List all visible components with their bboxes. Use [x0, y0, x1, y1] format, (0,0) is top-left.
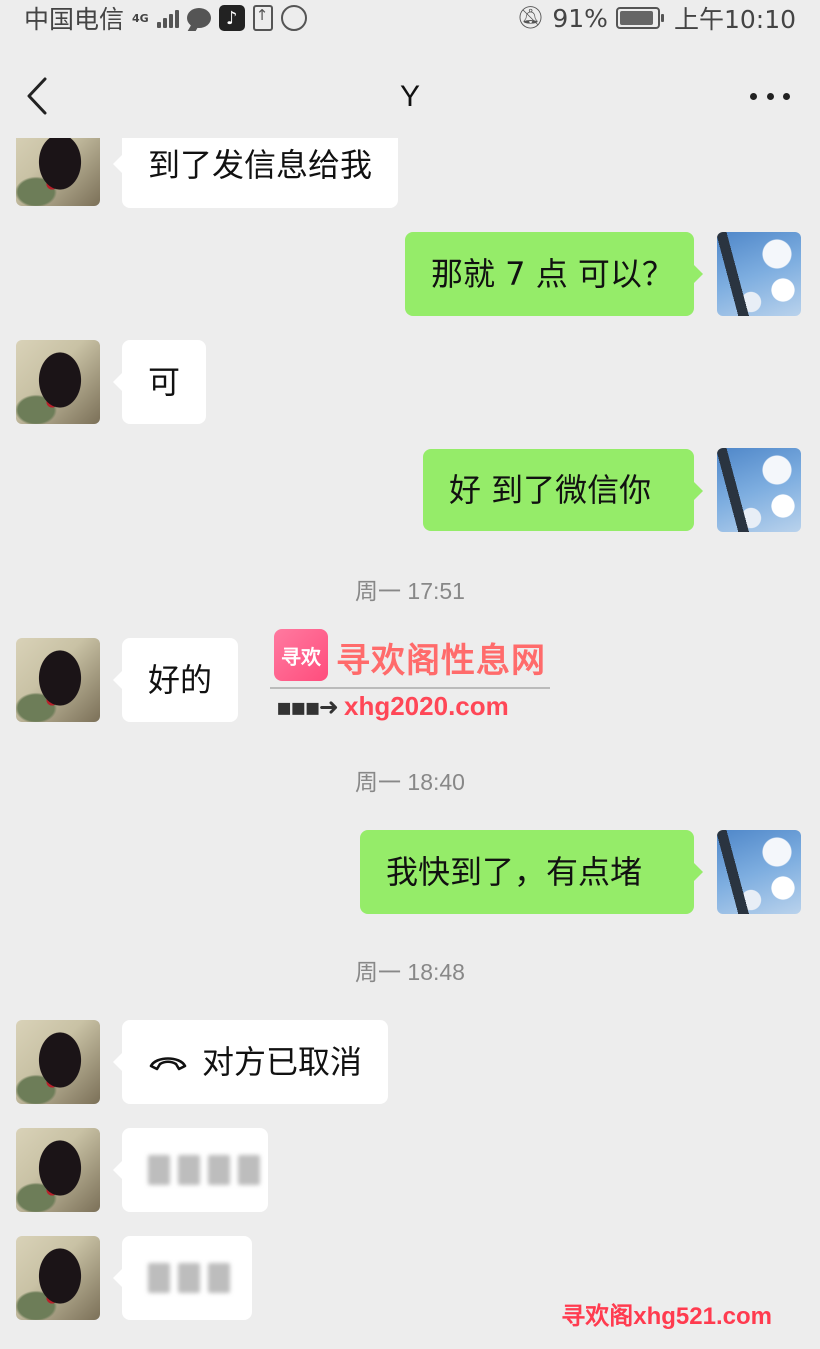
message-bubble-incoming[interactable]: 可: [112, 340, 207, 424]
battery-icon: [615, 7, 664, 29]
more-icon-dot: [766, 92, 774, 100]
carrier-label: 中国电信: [24, 5, 125, 34]
chat-header: Y: [0, 56, 820, 138]
tiktok-icon: ♪: [218, 5, 245, 31]
watermark-divider: [270, 687, 550, 689]
message-bubble-blurred[interactable]: [113, 1236, 252, 1320]
avatar-contact[interactable]: [16, 138, 100, 206]
blurred-content: [148, 1263, 230, 1293]
back-button[interactable]: [18, 74, 58, 118]
signal-icon: [156, 8, 179, 28]
message-bubble-blurred[interactable]: [113, 1128, 268, 1212]
avatar-contact[interactable]: [16, 638, 100, 722]
avatar-self[interactable]: [717, 448, 801, 532]
avatar-self[interactable]: [717, 232, 801, 316]
bell-off-icon: 🔕︎: [516, 5, 545, 31]
message-timestamp: 周一 17:51: [355, 578, 465, 604]
network-type: 4G: [132, 11, 149, 25]
status-right: 🔕︎ 91% 上午10:10: [516, 0, 796, 36]
blurred-content: [148, 1155, 260, 1185]
watermark-logo: 寻欢: [274, 629, 328, 681]
avatar-contact[interactable]: [16, 1128, 100, 1212]
message-bubble-outgoing[interactable]: 那就 7 点 可以？: [405, 232, 703, 316]
call-status-text: 对方已取消: [202, 1043, 363, 1081]
watermark-title: 寻欢阁性息网: [336, 641, 546, 681]
message-text: 那就 7 点 可以？: [431, 255, 674, 293]
message-text: 可: [148, 363, 181, 401]
cast-icon: [280, 5, 307, 31]
avatar-contact[interactable]: [16, 1236, 100, 1320]
watermark-bottom: 寻欢阁xhg521.com: [561, 1303, 772, 1330]
message-text: 好 到了微信你: [449, 471, 652, 509]
avatar-self[interactable]: [717, 830, 801, 914]
message-icon: [186, 8, 211, 28]
more-icon-dot: [783, 92, 790, 100]
more-icon: [750, 92, 757, 100]
arrow-right-icon: ▪▪▪➜: [276, 693, 339, 721]
phone-hangup-icon: [149, 1057, 187, 1071]
chevron-left-icon: [27, 77, 47, 115]
message-bubble-outgoing[interactable]: 好 到了微信你: [423, 449, 703, 531]
status-left: 中国电信 4G ♪: [24, 0, 307, 36]
message-timestamp: 周一 18:40: [355, 769, 465, 795]
avatar-contact[interactable]: [16, 1020, 100, 1104]
chat-title: Y: [399, 80, 420, 113]
avatar-contact[interactable]: [16, 340, 100, 424]
call-message-bubble[interactable]: 对方已取消: [112, 1020, 389, 1104]
message-text: 我快到了，有点堵: [386, 853, 643, 891]
status-time: 上午10:10: [673, 5, 796, 34]
more-button[interactable]: [750, 86, 790, 106]
message-bubble-outgoing[interactable]: 我快到了，有点堵: [360, 830, 703, 914]
message-list[interactable]: 到了发信息给我 那就 7 点 可以？ 可 好 到了微信你 周一 17:51 好的…: [0, 138, 820, 1349]
message-bubble-incoming[interactable]: 好的: [112, 638, 239, 722]
message-bubble-incoming[interactable]: 到了发信息给我: [112, 138, 399, 208]
message-text: 好的: [148, 661, 213, 699]
message-text: 到了发信息给我: [148, 146, 373, 184]
upload-icon: [252, 5, 273, 31]
status-bar: 中国电信 4G ♪ 🔕︎ 91% 上午10:10: [0, 0, 820, 36]
watermark-url: xhg2020.com: [344, 691, 509, 721]
battery-percent: 91%: [552, 3, 608, 33]
watermark-overlay: 寻欢 寻欢阁性息网 ▪▪▪➜ xhg2020.com: [270, 627, 560, 723]
message-timestamp: 周一 18:48: [355, 959, 465, 985]
